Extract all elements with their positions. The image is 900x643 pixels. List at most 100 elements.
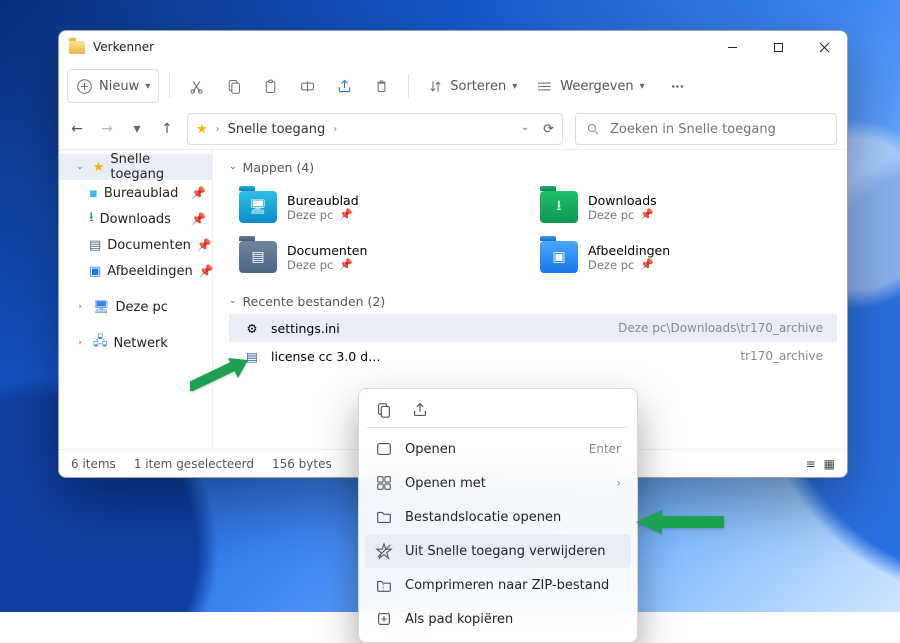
chevron-down-icon: ⌄ — [229, 162, 237, 172]
callout-arrow-2 — [632, 508, 724, 540]
network-icon: 🖧 — [93, 332, 108, 354]
group-folders[interactable]: ⌄ Mappen (4) — [219, 156, 847, 178]
address-bar[interactable]: ★ › Snelle toegang › ⌄ ⟳ — [187, 113, 563, 145]
toolbar: Nieuw ▾ Sorteren ▾ Weergeven ▾ — [59, 63, 847, 109]
copy-icon[interactable] — [375, 401, 393, 419]
share-icon[interactable] — [411, 401, 429, 419]
chevron-down-icon: ▾ — [145, 81, 150, 92]
file-row[interactable]: ⚙ settings.ini Deze pc\Downloads\tr170_a… — [229, 314, 837, 342]
chevron-down-icon: ▾ — [512, 81, 517, 92]
window-controls — [709, 31, 847, 63]
refresh-button[interactable]: ⟳ — [543, 122, 554, 137]
pin-icon: 📌 — [197, 238, 212, 252]
file-row[interactable]: ▤ license cc 3.0 d… tr170_archive — [229, 342, 837, 370]
ctx-label: Uit Snelle toegang verwijderen — [405, 544, 606, 559]
pin-icon: 📌 — [191, 212, 206, 226]
view-icon — [537, 78, 554, 95]
sidebar-item-label: Downloads — [100, 212, 171, 227]
document-icon: ▤ — [89, 238, 101, 253]
paste-button[interactable] — [254, 69, 287, 103]
folder-icon — [375, 508, 393, 526]
app-icon — [69, 41, 85, 54]
folder-icon: 🖥 — [239, 191, 277, 223]
folder-pictures[interactable]: ▣ AfbeeldingenDeze pc 📌 — [540, 234, 829, 280]
more-button[interactable] — [661, 69, 694, 103]
details-view-button[interactable]: ≡ — [806, 457, 816, 471]
chevron-down-icon: ⌄ — [73, 162, 87, 172]
group-recent[interactable]: ⌄ Recente bestanden (2) — [219, 290, 847, 312]
context-quick-actions — [365, 395, 631, 423]
close-button[interactable] — [801, 31, 847, 63]
status-items: 6 items — [71, 457, 116, 471]
sidebar-item-label: Afbeeldingen — [107, 264, 192, 279]
sidebar-item-downloads[interactable]: ⭳ Downloads 📌 — [59, 206, 212, 232]
ctx-label: Bestandslocatie openen — [405, 510, 561, 525]
status-selected: 1 item geselecteerd — [134, 457, 254, 471]
sep — [169, 74, 170, 98]
share-button[interactable] — [328, 69, 361, 103]
sidebar-item-label: Netwerk — [114, 336, 168, 351]
sidebar: ⌄ ★ Snelle toegang ▪ Bureaublad 📌 ⭳ Down… — [59, 150, 213, 449]
folder-name: Documenten — [287, 243, 367, 258]
sidebar-item-quick-access[interactable]: ⌄ ★ Snelle toegang — [59, 154, 212, 180]
sidebar-item-documents[interactable]: ▤ Documenten 📌 — [59, 232, 212, 258]
sidebar-item-network[interactable]: › 🖧 Netwerk — [59, 330, 212, 356]
search-input[interactable] — [610, 122, 826, 137]
star-icon: ★ — [196, 122, 208, 137]
search-box[interactable] — [575, 113, 837, 145]
nav-arrows: ← → ▾ ↑ — [69, 121, 175, 137]
chevron-right-icon: › — [216, 124, 220, 135]
up-button[interactable]: ↑ — [159, 121, 175, 137]
titlebar: Verkenner — [59, 31, 847, 63]
breadcrumb-root[interactable]: Snelle toegang — [228, 122, 326, 137]
minimize-button[interactable] — [709, 31, 755, 63]
ctx-label: Openen — [405, 442, 456, 457]
sidebar-item-pictures[interactable]: ▣ Afbeeldingen 📌 — [59, 258, 212, 284]
rename-button[interactable] — [291, 69, 324, 103]
folders-grid: 🖥 BureaubladDeze pc 📌 ⭳ DownloadsDeze pc… — [219, 178, 847, 290]
sort-label: Sorteren — [450, 79, 506, 94]
folder-name: Bureaublad — [287, 193, 359, 208]
pin-icon: 📌 — [339, 208, 353, 221]
group-label: Recente bestanden (2) — [243, 294, 386, 309]
delete-button[interactable] — [365, 69, 398, 103]
sidebar-item-desktop[interactable]: ▪ Bureaublad 📌 — [59, 180, 212, 206]
ini-file-icon: ⚙ — [243, 321, 261, 336]
folder-documents[interactable]: ▤ DocumentenDeze pc 📌 — [239, 234, 528, 280]
sidebar-item-label: Snelle toegang — [110, 152, 206, 182]
back-button[interactable]: ← — [69, 121, 85, 137]
copy-button[interactable] — [217, 69, 250, 103]
ctx-open[interactable]: Openen Enter — [365, 432, 631, 466]
file-path: tr170_archive — [740, 349, 823, 363]
maximize-button[interactable] — [755, 31, 801, 63]
chevron-down-icon: ⌄ — [229, 296, 237, 306]
folder-name: Afbeeldingen — [588, 243, 670, 258]
cut-button[interactable] — [180, 69, 213, 103]
ctx-remove-quick-access[interactable]: Uit Snelle toegang verwijderen — [365, 534, 631, 568]
folder-name: Downloads — [588, 193, 657, 208]
desktop-icon: ▪ — [89, 186, 98, 201]
folder-desktop[interactable]: 🖥 BureaubladDeze pc 📌 — [239, 184, 528, 230]
history-dropdown[interactable]: ▾ — [129, 121, 145, 137]
folder-downloads[interactable]: ⭳ DownloadsDeze pc 📌 — [540, 184, 829, 230]
group-label: Mappen (4) — [243, 160, 315, 175]
folder-icon: ⭳ — [540, 191, 578, 223]
view-button[interactable]: Weergeven ▾ — [529, 69, 652, 103]
ctx-compress-zip[interactable]: Comprimeren naar ZIP-bestand — [365, 568, 631, 602]
chevron-right-icon: › — [73, 338, 87, 348]
pictures-icon: ▣ — [89, 264, 101, 279]
sort-button[interactable]: Sorteren ▾ — [419, 69, 525, 103]
pin-icon: 📌 — [640, 258, 654, 271]
sidebar-item-label: Bureaublad — [104, 186, 179, 201]
sidebar-item-this-pc[interactable]: › 🖥 Deze pc — [59, 294, 212, 320]
search-icon — [586, 122, 600, 136]
file-name: settings.ini — [271, 321, 340, 336]
star-icon: ★ — [93, 160, 105, 175]
ctx-open-location[interactable]: Bestandslocatie openen — [365, 500, 631, 534]
new-button[interactable]: Nieuw ▾ — [67, 69, 159, 103]
forward-button[interactable]: → — [99, 121, 115, 137]
address-dropdown[interactable]: ⌄ — [521, 122, 529, 137]
thumbnails-view-button[interactable]: ▦ — [824, 457, 835, 471]
ctx-open-with[interactable]: Openen met › — [365, 466, 631, 500]
ctx-copy-path[interactable]: Als pad kopiëren — [365, 602, 631, 636]
